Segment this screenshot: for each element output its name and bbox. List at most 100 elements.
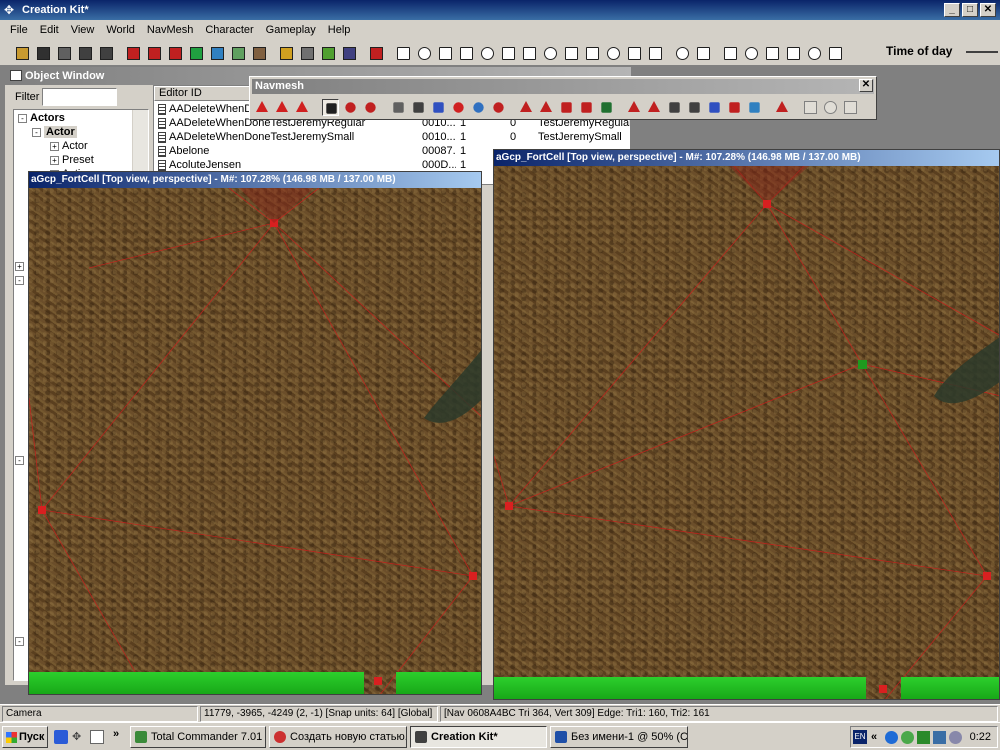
render-window-right[interactable]: aGcp_FortCell [Top view, perspective] - … bbox=[493, 149, 1000, 700]
toolbar-s-button[interactable] bbox=[762, 43, 781, 62]
toolbar-c-button[interactable] bbox=[741, 43, 760, 62]
maximize-button[interactable]: □ bbox=[962, 3, 978, 17]
toolbar-redo-button[interactable] bbox=[96, 43, 115, 62]
toolbar-navmesh-button[interactable] bbox=[366, 43, 385, 62]
toolbar-cube-button[interactable] bbox=[603, 43, 622, 62]
toolbar-cube-button[interactable] bbox=[582, 43, 601, 62]
navmesh-vertex-selected[interactable] bbox=[858, 360, 867, 369]
navmesh-split-button[interactable] bbox=[726, 99, 743, 116]
navmesh-tree-button[interactable] bbox=[598, 99, 615, 116]
navmesh-eye-red-button[interactable] bbox=[342, 99, 359, 116]
tray-volume-icon[interactable] bbox=[949, 731, 962, 744]
toolbar-cube-button[interactable] bbox=[498, 43, 517, 62]
toolbar-fog-button[interactable] bbox=[186, 43, 205, 62]
taskbar-button[interactable]: Total Commander 7.01 - ... bbox=[130, 726, 266, 748]
toolbar-collision-button[interactable] bbox=[297, 43, 316, 62]
navmesh-select-edge-button[interactable] bbox=[274, 99, 291, 116]
tree-item[interactable]: + Actor bbox=[50, 140, 88, 152]
collapse-icon[interactable]: - bbox=[15, 276, 24, 285]
toolbar-cube-button[interactable] bbox=[393, 43, 412, 62]
tray-app-icon[interactable] bbox=[885, 731, 898, 744]
navmesh-vertex[interactable] bbox=[38, 506, 46, 514]
navmesh-sort-button[interactable] bbox=[666, 99, 683, 116]
navmesh-cover-button[interactable] bbox=[430, 99, 447, 116]
tray-monitor-icon[interactable] bbox=[933, 731, 946, 744]
navmesh-person-button[interactable] bbox=[706, 99, 723, 116]
toolbar-open-button[interactable] bbox=[12, 43, 31, 62]
taskbar-button[interactable]: Создать новую статью... bbox=[269, 726, 407, 748]
tree-item[interactable]: + Preset bbox=[50, 154, 94, 166]
quicklaunch-ck-icon[interactable]: ✥ bbox=[72, 730, 86, 744]
expand-icon[interactable]: + bbox=[50, 141, 59, 151]
expand-icon[interactable]: + bbox=[15, 262, 24, 271]
toolbar-bird-button[interactable] bbox=[693, 43, 712, 62]
navmesh-triangle-flag-button[interactable] bbox=[518, 99, 535, 116]
toolbar-cube-button[interactable] bbox=[624, 43, 643, 62]
navmesh-eye-button[interactable] bbox=[322, 99, 339, 116]
toolbar-ai-button[interactable] bbox=[165, 43, 184, 62]
navmesh-b-button[interactable] bbox=[410, 99, 427, 116]
navmesh-cycle-button[interactable] bbox=[686, 99, 703, 116]
quicklaunch-save-icon[interactable] bbox=[54, 730, 68, 744]
toolbar-w-button[interactable] bbox=[783, 43, 802, 62]
list-row[interactable]: AADeleteWhenDoneTestJeremySmall 0010... 1 0… bbox=[154, 130, 630, 144]
toolbar-dialogue-button[interactable] bbox=[339, 43, 358, 62]
navmesh-flag-button[interactable] bbox=[626, 99, 643, 116]
toolbar-paint-button[interactable] bbox=[144, 43, 163, 62]
collapse-icon[interactable]: - bbox=[15, 456, 24, 465]
navmesh-close-button[interactable]: ✕ bbox=[859, 79, 873, 92]
navmesh-check-button[interactable] bbox=[450, 99, 467, 116]
start-button[interactable]: Пуск bbox=[2, 726, 48, 748]
toolbar-cube-button[interactable] bbox=[477, 43, 496, 62]
toolbar-undo-button[interactable] bbox=[75, 43, 94, 62]
navmesh-select-triangle-button[interactable] bbox=[254, 99, 271, 116]
navmesh-question-red-button[interactable] bbox=[490, 99, 507, 116]
toolbar-landscape-button[interactable] bbox=[207, 43, 226, 62]
toolbar-grass-button[interactable] bbox=[318, 43, 337, 62]
toolbar-cube-button[interactable] bbox=[519, 43, 538, 62]
navmesh-triangle-down-button[interactable] bbox=[774, 99, 791, 116]
navmesh-vertex[interactable] bbox=[469, 572, 477, 580]
navmesh-vertex[interactable] bbox=[505, 502, 513, 510]
navmesh-vertex[interactable] bbox=[763, 200, 771, 208]
navmesh-water-button[interactable] bbox=[746, 99, 763, 116]
toolbar-cube-button[interactable] bbox=[435, 43, 454, 62]
menu-world[interactable]: World bbox=[100, 24, 141, 36]
collapse-icon[interactable]: - bbox=[32, 127, 41, 137]
time-of-day-slider[interactable] bbox=[966, 51, 998, 53]
navmesh-square-gray-button[interactable] bbox=[842, 99, 859, 116]
navmesh-select-vertex-button[interactable] bbox=[294, 99, 311, 116]
toolbar-preferences-button[interactable] bbox=[54, 43, 73, 62]
toolbar-cube-button[interactable] bbox=[561, 43, 580, 62]
navmesh-circle-gray-button[interactable] bbox=[822, 99, 839, 116]
render-window-left[interactable]: aGcp_FortCell [Top view, perspective] - … bbox=[28, 171, 482, 695]
navmesh-eye-button[interactable] bbox=[362, 99, 379, 116]
navmesh-cube-gray-button[interactable] bbox=[802, 99, 819, 116]
close-button[interactable]: ✕ bbox=[980, 3, 996, 17]
toolbar-cube-button[interactable] bbox=[645, 43, 664, 62]
tree-item[interactable]: - Actor bbox=[32, 126, 77, 138]
navmesh-triangle-x-button[interactable] bbox=[538, 99, 555, 116]
collapse-icon[interactable]: - bbox=[15, 637, 24, 646]
toolbar-cube-button[interactable] bbox=[456, 43, 475, 62]
tray-network-icon[interactable] bbox=[901, 731, 914, 744]
navmesh-star-button[interactable] bbox=[558, 99, 575, 116]
toolbar-marker-button[interactable] bbox=[672, 43, 691, 62]
minimize-button[interactable]: _ bbox=[944, 3, 960, 17]
toolbar-cube-button[interactable] bbox=[804, 43, 823, 62]
menu-view[interactable]: View bbox=[65, 24, 101, 36]
language-indicator[interactable]: EN bbox=[853, 730, 867, 744]
quicklaunch-desktop-icon[interactable] bbox=[90, 730, 104, 744]
navmesh-mountain-button[interactable] bbox=[646, 99, 663, 116]
tray-overflow[interactable]: « bbox=[871, 731, 884, 744]
navmesh-scatter-button[interactable] bbox=[390, 99, 407, 116]
toolbar-cube-button[interactable] bbox=[540, 43, 559, 62]
menu-file[interactable]: File bbox=[4, 24, 34, 36]
menu-character[interactable]: Character bbox=[199, 24, 259, 36]
tree-item[interactable]: - Actors bbox=[18, 112, 65, 124]
quicklaunch-overflow[interactable]: » bbox=[113, 728, 127, 742]
navmesh-vertex[interactable] bbox=[374, 677, 382, 685]
navmesh-vertex[interactable] bbox=[879, 685, 887, 693]
taskbar-button[interactable]: Creation Kit* bbox=[410, 726, 547, 748]
navmesh-question-button[interactable] bbox=[470, 99, 487, 116]
